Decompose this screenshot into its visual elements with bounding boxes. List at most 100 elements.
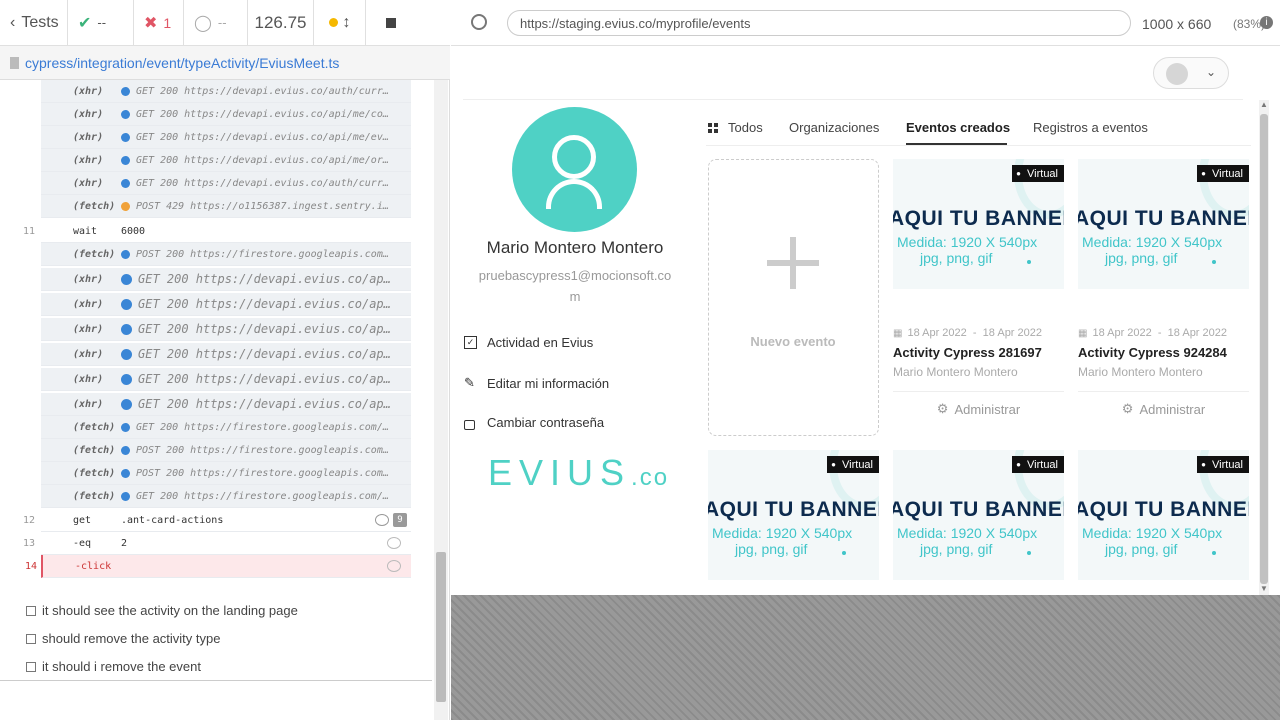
command-name: (fetch): [73, 490, 116, 502]
scroll-up-icon[interactable]: ▲: [1260, 100, 1268, 109]
command-name: (xhr): [73, 298, 104, 310]
eye-slash-icon[interactable]: [375, 514, 389, 526]
spec-path[interactable]: cypress/integration/event/typeActivity/E…: [25, 55, 339, 71]
event-banner[interactable]: AQUI TU BANNER Medida: 1920 X 540px jpg, p…: [708, 450, 879, 580]
spec-path-bar[interactable]: cypress/integration/event/typeActivity/E…: [0, 46, 450, 80]
command-row[interactable]: (fetch) POST 200 https://firestore.google…: [41, 439, 411, 462]
scrollbar-thumb[interactable]: [436, 552, 446, 702]
event-card[interactable]: AQUI TU BANNER Medida: 1920 X 540px jpg, p…: [1078, 159, 1249, 426]
command-row[interactable]: (fetch) POST 429 https://o1156387.ingest.…: [41, 195, 411, 218]
command-row[interactable]: (xhr) GET 200 https://devapi.evius.co/ap…: [41, 393, 411, 416]
command-row[interactable]: (xhr) GET 200 https://devapi.evius.co/ap…: [41, 318, 411, 341]
event-title[interactable]: Activity Cypress 924284: [1078, 345, 1249, 360]
command-row[interactable]: (xhr) GET 200 https://devapi.evius.co/aut…: [41, 80, 411, 103]
tab-organizaciones[interactable]: Organizaciones: [789, 120, 879, 135]
command-message-wrap: GET 200 https://firestore.googleapis.com…: [121, 491, 411, 502]
event-card[interactable]: AQUI TU BANNER Medida: 1920 X 540px jpg, p…: [893, 159, 1064, 426]
command-row[interactable]: (fetch) POST 200 https://firestore.google…: [41, 243, 411, 266]
banner-title: AQUI TU BANNER: [708, 498, 879, 521]
new-event-card[interactable]: Nuevo evento: [708, 159, 879, 436]
administrar-button[interactable]: ⚙ Administrar: [1078, 392, 1249, 426]
event-title[interactable]: Activity Cypress 281697: [893, 345, 1064, 360]
app-viewport: ⌄ Mario Montero Montero pruebascypress1@…: [451, 47, 1280, 595]
test-status-icon: [26, 605, 36, 616]
command-message-wrap: GET 200 https://devapi.evius.co/ap…: [121, 297, 411, 311]
command-row[interactable]: 13 -eq 2: [23, 532, 411, 555]
gear-icon: ⚙: [1121, 401, 1134, 416]
command-log-scrollbar[interactable]: [434, 80, 448, 720]
tab-registros[interactable]: Registros a eventos: [1033, 120, 1148, 135]
tests-button[interactable]: ‹ Tests: [0, 0, 68, 46]
command-message-wrap: POST 200 https://firestore.googleapis.co…: [121, 249, 411, 260]
test-title: it should see the activity on the landin…: [42, 603, 298, 618]
app-scrollbar[interactable]: ▲ ▼: [1259, 100, 1269, 595]
command-row[interactable]: 11 wait 6000: [23, 220, 411, 243]
banner-dot: [1212, 260, 1216, 264]
test-item[interactable]: it should see the activity on the landin…: [26, 603, 298, 618]
menu-activity[interactable]: ✓ Actividad en Evius: [464, 335, 593, 350]
command-message-wrap: GET 200 https://devapi.evius.co/ap…: [121, 347, 411, 361]
eye-slash-icon[interactable]: [387, 560, 401, 572]
event-banner[interactable]: AQUI TU BANNER Medida: 1920 X 540px jpg, p…: [893, 450, 1064, 580]
administrar-button[interactable]: ⚙ Administrar: [893, 392, 1064, 426]
command-row[interactable]: (xhr) GET 200 https://devapi.evius.co/ap…: [41, 368, 411, 391]
event-card[interactable]: AQUI TU BANNER Medida: 1920 X 540px jpg, p…: [893, 450, 1064, 580]
command-message: GET 200 https://devapi.evius.co/ap…: [138, 322, 391, 336]
scroll-down-icon[interactable]: ▼: [1260, 584, 1268, 593]
user-menu[interactable]: ⌄: [1153, 57, 1229, 89]
user-icon: [552, 135, 596, 179]
status-dot-icon: [121, 468, 130, 478]
command-row[interactable]: (xhr) GET 200 https://devapi.evius.co/api…: [41, 149, 411, 172]
pending-count: ◯ --: [184, 0, 248, 46]
eye-slash-icon[interactable]: [387, 537, 401, 549]
command-message: 2: [121, 537, 128, 549]
command-name: (xhr): [73, 108, 104, 120]
administrar-label: Administrar: [954, 401, 1021, 417]
check-icon: ✔: [78, 14, 92, 32]
command-row[interactable]: (xhr) GET 200 https://devapi.evius.co/ap…: [41, 268, 411, 291]
banner-size: Medida: 1920 X 540px: [1082, 234, 1223, 250]
command-name: (fetch): [73, 444, 116, 456]
command-row[interactable]: (xhr) GET 200 https://devapi.evius.co/api…: [41, 126, 411, 149]
command-row[interactable]: (fetch) GET 200 https://firestore.googlea…: [41, 416, 411, 439]
event-banner[interactable]: AQUI TU BANNER Medida: 1920 X 540px jpg, p…: [1078, 450, 1249, 580]
runner-bottom-divider: [0, 680, 432, 681]
test-item[interactable]: it should i remove the event: [26, 659, 201, 674]
command-name: (fetch): [73, 200, 116, 212]
tab-eventos-creados[interactable]: Eventos creados: [906, 120, 1010, 135]
event-card[interactable]: AQUI TU BANNER Medida: 1920 X 540px jpg, p…: [1078, 450, 1249, 580]
command-row[interactable]: (xhr) GET 200 https://devapi.evius.co/ap…: [41, 343, 411, 366]
command-row[interactable]: (xhr) GET 200 https://devapi.evius.co/api…: [41, 103, 411, 126]
command-log: (xhr) GET 200 https://devapi.evius.co/aut…: [0, 80, 432, 580]
calendar-icon: ▦: [1078, 327, 1088, 339]
autoscroll-toggle[interactable]: ↕: [314, 0, 366, 46]
tests-label: Tests: [21, 13, 59, 31]
menu-change-password[interactable]: Cambiar contraseña: [464, 415, 604, 430]
command-row[interactable]: (xhr) GET 200 https://devapi.evius.co/aut…: [41, 172, 411, 195]
event-banner[interactable]: AQUI TU BANNER Medida: 1920 X 540px jpg, p…: [893, 159, 1064, 289]
command-row[interactable]: (fetch) POST 200 https://firestore.google…: [41, 462, 411, 485]
command-row[interactable]: (fetch) GET 200 https://firestore.googlea…: [41, 485, 411, 508]
event-card[interactable]: AQUI TU BANNER Medida: 1920 X 540px jpg, p…: [708, 450, 879, 580]
menu-edit-info[interactable]: ✎ Editar mi información: [464, 375, 609, 391]
test-item[interactable]: should remove the activity type: [26, 631, 220, 646]
command-message-wrap: GET 200 https://devapi.evius.co/ap…: [121, 322, 411, 336]
info-icon[interactable]: i: [1260, 16, 1273, 29]
status-dot-icon: [121, 273, 132, 285]
command-name: (xhr): [73, 177, 104, 189]
command-row[interactable]: 14 -click: [25, 555, 411, 578]
tab-todos[interactable]: Todos: [708, 120, 763, 135]
event-banner[interactable]: AQUI TU BANNER Medida: 1920 X 540px jpg, p…: [1078, 159, 1249, 289]
command-row[interactable]: (xhr) GET 200 https://devapi.evius.co/ap…: [41, 293, 411, 316]
test-title: should remove the activity type: [42, 631, 221, 646]
stop-button[interactable]: [366, 0, 416, 46]
url-bar[interactable]: https://staging.evius.co/myprofile/event…: [507, 10, 1131, 36]
app-scrollbar-thumb[interactable]: [1260, 114, 1268, 584]
selector-playground-icon[interactable]: [471, 14, 487, 30]
match-count-badge: 9: [393, 513, 407, 527]
command-row[interactable]: 12 get .ant-card-actions 9: [23, 509, 411, 532]
status-dot-icon: [121, 491, 130, 501]
test-title: it should i remove the event: [42, 659, 201, 674]
command-name: (xhr): [73, 273, 104, 285]
viewport-background: [451, 595, 1280, 720]
